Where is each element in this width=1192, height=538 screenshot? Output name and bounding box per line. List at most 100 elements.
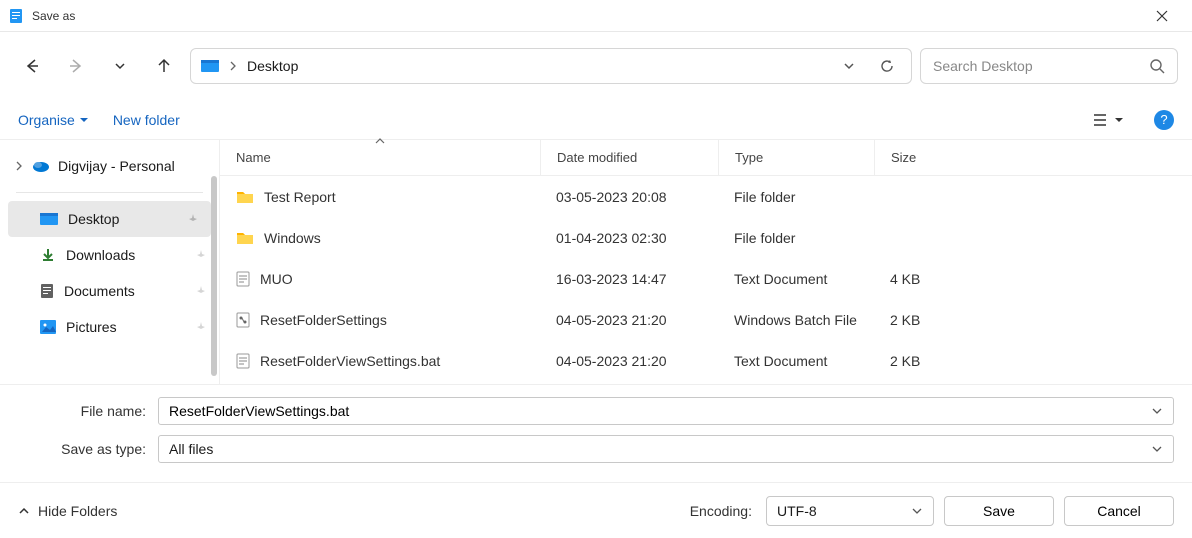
sidebar-item-label: Pictures <box>66 319 117 335</box>
column-headers: Name Date modified Type Size <box>220 140 1192 176</box>
close-button[interactable] <box>1139 0 1184 32</box>
chevron-down-icon <box>911 505 923 517</box>
file-name: Windows <box>264 230 321 246</box>
file-type: Text Document <box>718 353 874 369</box>
onedrive-icon <box>32 159 50 173</box>
savetype-label: Save as type: <box>18 441 158 457</box>
pin-icon <box>195 321 207 333</box>
file-date: 04-05-2023 21:20 <box>540 353 718 369</box>
file-row[interactable]: MUO 16-03-2023 14:47Text Document4 KB <box>220 258 1192 299</box>
file-row[interactable]: ResetFolderViewSettings.bat 04-05-2023 21… <box>220 340 1192 381</box>
content-area: Digvijay - Personal Desktop Downloads Do… <box>0 140 1192 384</box>
file-row[interactable]: ResetFolderSettings 04-05-2023 21:20Windo… <box>220 299 1192 340</box>
file-type: File folder <box>718 189 874 205</box>
sidebar-item-label: Desktop <box>68 211 119 227</box>
sidebar-item-documents[interactable]: Documents <box>0 273 219 309</box>
pin-icon <box>195 285 207 297</box>
sidebar-item-label: Documents <box>64 283 135 299</box>
encoding-select[interactable]: UTF-8 <box>766 496 934 526</box>
file-icon <box>236 271 250 287</box>
filename-label: File name: <box>18 403 158 419</box>
file-list: Name Date modified Type Size Test Report… <box>220 140 1192 384</box>
file-icon <box>236 353 250 369</box>
chevron-up-icon <box>18 505 30 517</box>
file-icon <box>236 230 254 246</box>
hide-folders-label: Hide Folders <box>38 503 117 519</box>
title-bar: Save as <box>0 0 1192 32</box>
documents-icon <box>40 283 54 299</box>
navigation-row: Desktop <box>0 32 1192 100</box>
search-icon <box>1149 58 1165 74</box>
form-area: File name: Save as type: All files <box>0 384 1192 481</box>
breadcrumb-root[interactable] <box>201 59 219 73</box>
organise-menu[interactable]: Organise <box>18 112 89 128</box>
cancel-button[interactable]: Cancel <box>1064 496 1174 526</box>
help-button[interactable]: ? <box>1154 110 1174 130</box>
breadcrumb-location[interactable]: Desktop <box>247 58 298 74</box>
file-name: ResetFolderViewSettings.bat <box>260 353 440 369</box>
pin-icon <box>187 213 199 225</box>
save-button[interactable]: Save <box>944 496 1054 526</box>
file-size: 4 KB <box>874 271 970 287</box>
sidebar-item-downloads[interactable]: Downloads <box>0 237 219 273</box>
toolbar: Organise New folder ? <box>0 100 1192 140</box>
sidebar-item-label: Downloads <box>66 247 135 263</box>
address-dropdown[interactable] <box>835 52 863 80</box>
column-name[interactable]: Name <box>220 140 540 175</box>
recent-dropdown[interactable] <box>102 48 138 84</box>
file-name: ResetFolderSettings <box>260 312 387 328</box>
window-title: Save as <box>32 9 1139 23</box>
encoding-value: UTF-8 <box>777 503 817 519</box>
new-folder-label: New folder <box>113 112 180 128</box>
organise-label: Organise <box>18 112 75 128</box>
file-row[interactable]: Test Report 03-05-2023 20:08File folder <box>220 176 1192 217</box>
sidebar-item-pictures[interactable]: Pictures <box>0 309 219 345</box>
up-button[interactable] <box>146 48 182 84</box>
file-size: 2 KB <box>874 353 970 369</box>
search-input[interactable] <box>933 58 1149 74</box>
sort-indicator-icon <box>375 138 385 144</box>
pictures-icon <box>40 320 56 334</box>
desktop-icon <box>40 212 58 226</box>
hide-folders-button[interactable]: Hide Folders <box>18 503 117 519</box>
forward-button[interactable] <box>58 48 94 84</box>
file-size: 2 KB <box>874 312 970 328</box>
file-type: Windows Batch File <box>718 312 874 328</box>
file-date: 16-03-2023 14:47 <box>540 271 718 287</box>
refresh-button[interactable] <box>873 52 901 80</box>
filename-field[interactable] <box>158 397 1174 425</box>
new-folder-button[interactable]: New folder <box>113 112 180 128</box>
column-size[interactable]: Size <box>874 140 970 175</box>
file-type: File folder <box>718 230 874 246</box>
footer: Hide Folders Encoding: UTF-8 Save Cancel <box>0 482 1192 538</box>
savetype-field[interactable]: All files <box>158 435 1174 463</box>
back-button[interactable] <box>14 48 50 84</box>
pin-icon <box>195 249 207 261</box>
filename-input[interactable] <box>169 403 1151 419</box>
address-bar[interactable]: Desktop <box>190 48 912 84</box>
file-icon <box>236 189 254 205</box>
sidebar-scrollbar[interactable] <box>211 176 217 376</box>
view-options-button[interactable] <box>1088 109 1130 131</box>
file-type: Text Document <box>718 271 874 287</box>
column-date[interactable]: Date modified <box>540 140 718 175</box>
sidebar-top-label: Digvijay - Personal <box>58 158 175 174</box>
file-name: Test Report <box>264 189 336 205</box>
notepad-icon <box>8 8 24 24</box>
file-name: MUO <box>260 271 293 287</box>
chevron-down-icon <box>1151 443 1163 455</box>
savetype-value: All files <box>169 441 213 457</box>
sidebar-item-desktop[interactable]: Desktop <box>8 201 211 237</box>
encoding-label: Encoding: <box>690 503 752 519</box>
file-rows: Test Report03-05-2023 20:08File folderWi… <box>220 176 1192 384</box>
file-row[interactable]: Windows 01-04-2023 02:30File folder <box>220 217 1192 258</box>
column-type[interactable]: Type <box>718 140 874 175</box>
search-box[interactable] <box>920 48 1178 84</box>
file-date: 04-05-2023 21:20 <box>540 312 718 328</box>
sidebar-top-item[interactable]: Digvijay - Personal <box>0 148 219 184</box>
file-date: 03-05-2023 20:08 <box>540 189 718 205</box>
sidebar: Digvijay - Personal Desktop Downloads Do… <box>0 140 220 384</box>
chevron-right-icon <box>229 60 237 72</box>
file-icon <box>236 312 250 328</box>
file-date: 01-04-2023 02:30 <box>540 230 718 246</box>
